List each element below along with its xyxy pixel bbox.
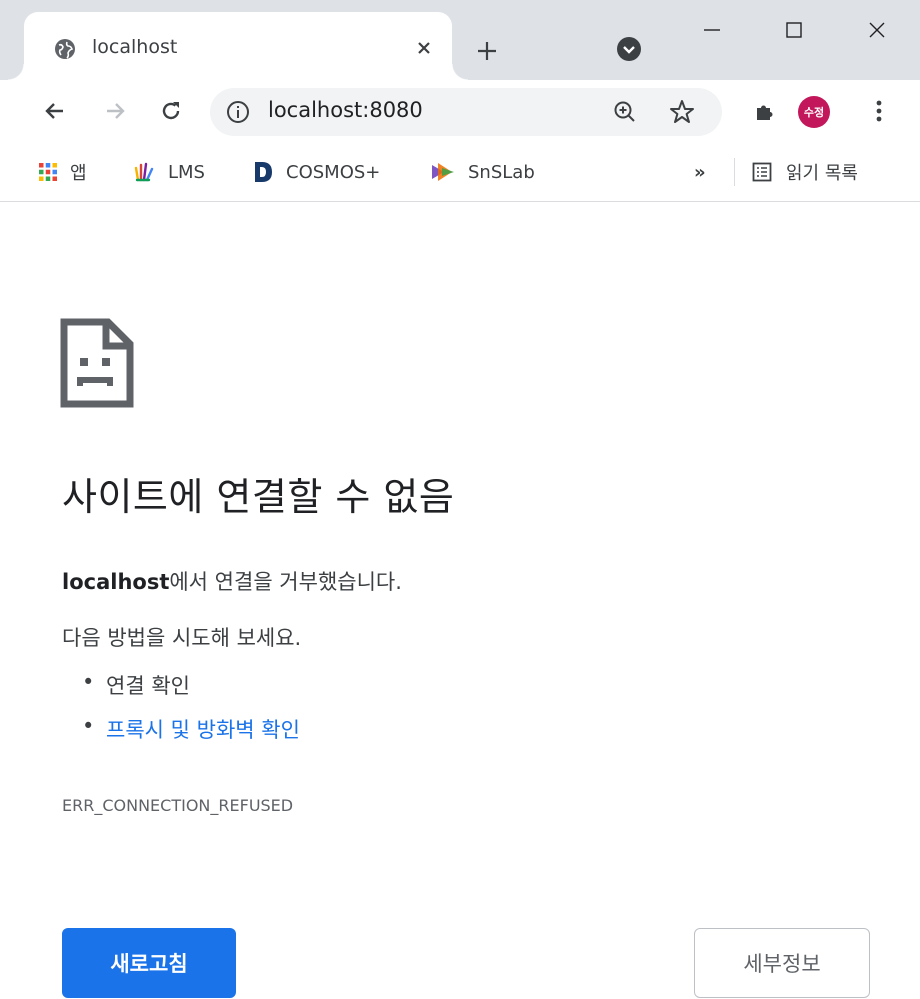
tab-close-button[interactable]	[410, 34, 438, 62]
tab-strip: localhost	[0, 0, 920, 80]
bookmark-label: LMS	[168, 161, 205, 183]
address-bar[interactable]: localhost:8080	[210, 88, 722, 136]
chrome-menu-button[interactable]	[862, 94, 896, 128]
close-icon	[869, 22, 885, 38]
reload-button[interactable]: 새로고침	[62, 928, 236, 998]
more-vert-icon	[876, 100, 882, 122]
star-icon[interactable]	[668, 98, 696, 126]
reload-icon	[162, 102, 180, 120]
back-arrow-icon	[45, 103, 63, 119]
sad-page-icon	[60, 318, 134, 408]
back-button[interactable]	[36, 92, 74, 130]
details-button[interactable]: 세부정보	[694, 928, 870, 998]
tab-title: localhost	[92, 36, 178, 58]
active-tab[interactable]: localhost	[8, 12, 468, 80]
plus-icon	[478, 42, 496, 60]
tab-search-button[interactable]	[614, 34, 644, 64]
url-text[interactable]: localhost:8080	[268, 98, 423, 122]
window-close-button[interactable]	[855, 10, 899, 50]
snslab-icon	[432, 163, 454, 181]
globe-icon	[55, 39, 75, 59]
tab-search-icon	[617, 37, 641, 61]
close-icon	[418, 42, 430, 54]
suggestion-check-proxy-link[interactable]: 프록시 및 방화벽 확인	[82, 714, 300, 744]
profile-avatar[interactable]: 수정	[798, 96, 830, 128]
bookmark-lms[interactable]: LMS	[132, 156, 205, 188]
reading-list-icon	[752, 162, 772, 182]
bookmark-snslab[interactable]: SnSLab	[430, 156, 535, 188]
suggestion-check-connection: 연결 확인	[82, 670, 190, 700]
new-tab-button[interactable]	[470, 34, 504, 68]
error-message: localhost에서 연결을 거부했습니다.	[62, 566, 402, 596]
forward-button[interactable]	[96, 92, 134, 130]
bookmarks-overflow-button[interactable]: »	[694, 162, 706, 183]
info-icon[interactable]	[226, 100, 250, 124]
error-code: ERR_CONNECTION_REFUSED	[62, 796, 294, 815]
zoom-icon[interactable]	[612, 99, 638, 125]
bookmark-label: SnSLab	[468, 161, 535, 183]
error-message-text: 에서 연결을 거부했습니다.	[169, 570, 402, 594]
bookmark-apps[interactable]: 앱	[38, 156, 87, 188]
suggestions-heading: 다음 방법을 시도해 보세요.	[62, 626, 302, 650]
error-host: localhost	[62, 570, 170, 594]
minimize-icon	[704, 29, 720, 31]
lms-hand-icon	[134, 162, 154, 182]
bookmark-label: COSMOS+	[286, 161, 381, 183]
cosmos-d-icon	[255, 162, 272, 182]
reading-list-label: 읽기 목록	[786, 163, 858, 184]
reading-list-button[interactable]: 읽기 목록	[752, 156, 858, 188]
maximize-button[interactable]	[772, 10, 816, 50]
puzzle-icon	[757, 105, 773, 120]
bookmark-label: 앱	[70, 163, 87, 184]
bookmarks-divider	[734, 158, 735, 186]
extensions-button[interactable]	[746, 92, 784, 130]
reload-toolbar-button[interactable]	[152, 92, 190, 130]
bookmarks-bar: 앱 LMS COSMOS+ SnSLab » 읽기 목록	[0, 142, 920, 202]
apps-grid-icon	[39, 163, 57, 181]
toolbar: localhost:8080 수정	[0, 80, 920, 142]
minimize-button[interactable]	[690, 10, 734, 50]
maximize-icon	[786, 22, 802, 38]
error-title: 사이트에 연결할 수 없음	[62, 475, 455, 519]
bookmark-cosmos[interactable]: COSMOS+	[252, 156, 380, 188]
forward-arrow-icon	[107, 103, 125, 119]
